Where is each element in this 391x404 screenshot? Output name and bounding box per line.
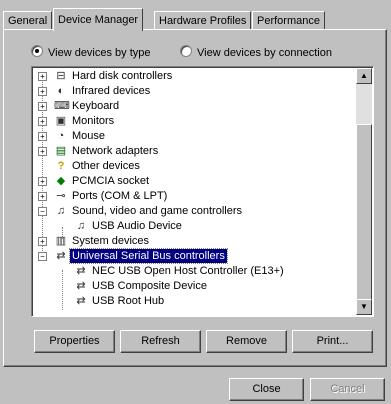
- collapse-icon[interactable]: −: [38, 252, 47, 261]
- expand-icon[interactable]: +: [38, 177, 47, 186]
- keyboard-icon: ⌨: [54, 100, 70, 112]
- infrared-icon: ◐: [57, 85, 65, 97]
- view-by-connection-radio[interactable]: View devices by connection: [180, 45, 332, 61]
- network-adapter-icon: ▤: [55, 145, 67, 157]
- refresh-button[interactable]: Refresh: [120, 330, 201, 353]
- usb-icon: ⇄: [76, 265, 86, 277]
- question-icon: ?: [57, 160, 65, 172]
- scroll-thumb[interactable]: [356, 124, 372, 300]
- tree-item-label: Sound, video and game controllers: [72, 205, 242, 217]
- cancel-button[interactable]: Cancel: [310, 378, 385, 401]
- expand-icon[interactable]: +: [38, 132, 47, 141]
- tree-item-label: Other devices: [72, 160, 140, 172]
- mouse-icon: ◔: [57, 130, 65, 142]
- tree-item-label: Mouse: [72, 130, 106, 142]
- expand-icon[interactable]: +: [38, 192, 47, 201]
- usb-icon: ⇄: [76, 295, 86, 307]
- tab-device-manager[interactable]: Device Manager: [53, 8, 144, 31]
- vertical-scrollbar[interactable]: ▲ ▼: [356, 68, 372, 315]
- system-device-icon: ▥: [55, 235, 67, 247]
- print-button[interactable]: Print...: [292, 330, 373, 353]
- tree-item-label: USB Composite Device: [92, 280, 207, 292]
- expand-icon[interactable]: +: [38, 117, 47, 126]
- tree-item-label: Network adapters: [72, 145, 159, 157]
- tree-item-label: Hard disk controllers: [72, 70, 173, 82]
- tree-item-label: USB Root Hub: [92, 295, 165, 307]
- tree-item-label: Monitors: [72, 115, 115, 127]
- hard-disk-controller-icon: ⊟: [56, 70, 66, 82]
- tab-hardware-profiles[interactable]: Hardware Profiles: [154, 11, 252, 30]
- tree-item-label: PCMCIA socket: [72, 175, 150, 187]
- sound-icon: ♫: [56, 205, 66, 217]
- view-by-connection-label: View devices by connection: [197, 47, 332, 59]
- expand-icon[interactable]: +: [38, 237, 47, 246]
- tree-item-label: Ports (COM & LPT): [72, 190, 168, 202]
- tree-line: [62, 270, 63, 310]
- pcmcia-icon: ◆: [56, 175, 66, 187]
- tab-performance[interactable]: Performance: [252, 11, 325, 30]
- view-by-type-radio[interactable]: View devices by type: [31, 45, 151, 61]
- properties-button[interactable]: Properties: [34, 330, 115, 353]
- monitor-icon: ▣: [55, 115, 67, 127]
- expand-icon[interactable]: +: [38, 72, 47, 81]
- tree-item-label: Infrared devices: [72, 85, 151, 97]
- usb-icon: ⇄: [56, 250, 66, 262]
- port-icon: ⊸: [56, 190, 66, 202]
- scroll-up-icon[interactable]: ▲: [356, 68, 372, 84]
- expand-icon[interactable]: +: [38, 147, 47, 156]
- usb-icon: ⇄: [76, 280, 86, 292]
- expand-icon[interactable]: +: [38, 102, 47, 111]
- tree-item-label: System devices: [72, 235, 150, 247]
- remove-button[interactable]: Remove: [206, 330, 287, 353]
- scroll-down-icon[interactable]: ▼: [356, 299, 372, 315]
- tab-general[interactable]: General: [3, 11, 53, 30]
- view-by-type-label: View devices by type: [48, 47, 151, 59]
- tree-item-label: NEC USB Open Host Controller (E13+): [92, 265, 284, 277]
- tree-item-label: USB Audio Device: [92, 220, 182, 232]
- device-tree[interactable]: + ⊟ Hard disk controllers + ◐ Infrared device…: [31, 66, 374, 317]
- radio-selected-icon: [31, 45, 43, 57]
- tree-item-label: Universal Serial Bus controllers: [69, 248, 228, 264]
- close-button[interactable]: Close: [229, 378, 304, 401]
- radio-unselected-icon: [180, 45, 192, 57]
- tree-item-label: Keyboard: [72, 100, 120, 112]
- usb-audio-icon: ♫: [76, 220, 86, 232]
- collapse-icon[interactable]: −: [38, 207, 47, 216]
- expand-icon[interactable]: +: [38, 87, 47, 96]
